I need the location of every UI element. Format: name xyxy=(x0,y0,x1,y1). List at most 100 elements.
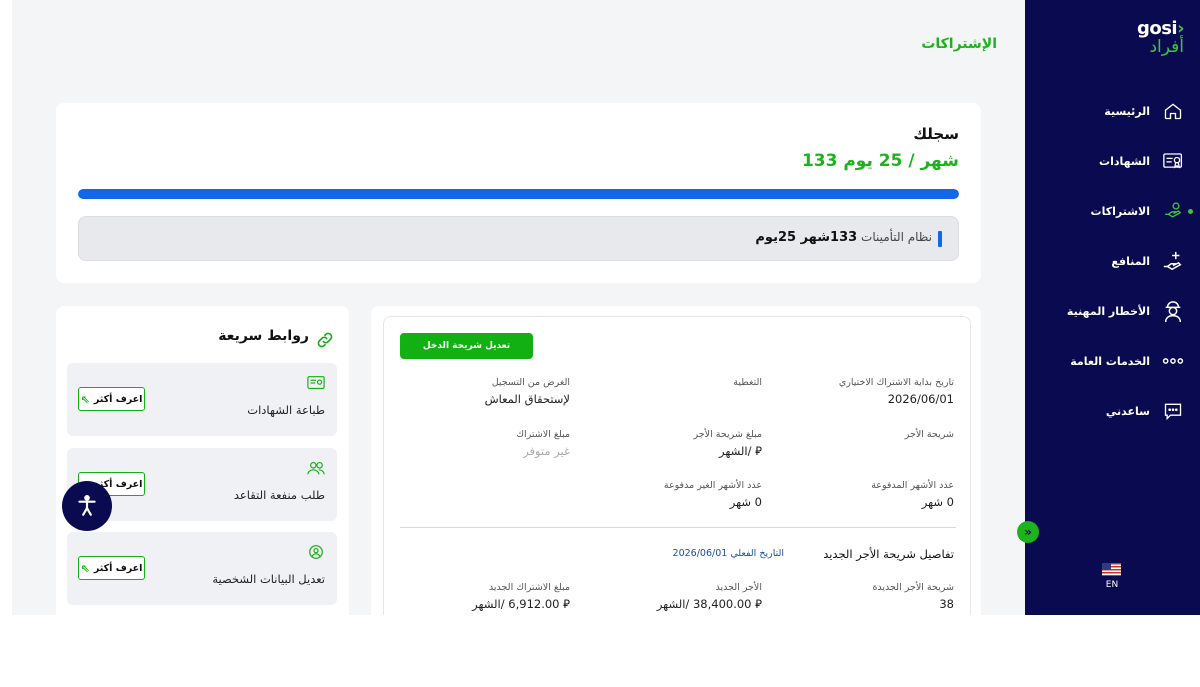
quick-link-edit-personal-data[interactable]: تعديل البيانات الشخصية ⇖ اعرف أكثر xyxy=(67,532,337,605)
sidebar-item-general-services[interactable]: الخدمات العامة xyxy=(1025,336,1200,386)
main-content: الإشتراكات سجلك 133 شهر / 25 يوم نظام ال… xyxy=(12,0,1025,615)
arrow-up-left-icon: ⇖ xyxy=(80,561,90,575)
quick-link-label: تعديل البيانات الشخصية xyxy=(212,572,325,586)
field-value: ⃁ 6,912.00 /الشهر xyxy=(390,597,570,612)
certificate-icon xyxy=(1162,150,1184,172)
sidebar-item-help[interactable]: ساعدني xyxy=(1025,386,1200,436)
sidebar-item-label: ساعدني xyxy=(1105,404,1150,418)
field-label: مبلغ الاشتراك xyxy=(516,429,570,440)
field-subscription-amount: مبلغ الاشتراك غير متوفر xyxy=(390,429,570,458)
riyal-icon: ⃁ xyxy=(751,444,762,458)
field-value: 38 xyxy=(939,597,954,611)
field-unpaid-months: عدد الأشهر الغير مدفوعة 0 شهر xyxy=(582,480,762,509)
field-label: مبلغ شريحة الأجر xyxy=(693,429,762,440)
learn-more-button[interactable]: ⇖اعرف أكثر xyxy=(78,387,145,411)
certificate-icon xyxy=(307,376,325,389)
field-new-wage-slab: شريحة الأجر الجديدة 38 xyxy=(774,582,954,611)
field-value: 2026/06/01 xyxy=(887,392,954,406)
benefits-icon xyxy=(1162,250,1184,272)
quick-links-title: روابط سريعة xyxy=(218,328,309,344)
record-label: سجلك xyxy=(913,125,959,143)
field-label: التغطية xyxy=(733,377,762,388)
sidebar-collapse-button[interactable]: » xyxy=(1017,521,1039,543)
field-label: الغرض من التسجيل xyxy=(491,377,570,388)
insurance-system-box: نظام التأمينات 133شهر 25يوم xyxy=(78,216,959,261)
chevron-right-icon: › xyxy=(1177,18,1184,39)
field-wage-slab: شريحة الأجر xyxy=(774,429,954,444)
field-new-subscription-amount: مبلغ الاشتراك الجديد ⃁ 6,912.00 /الشهر xyxy=(390,582,570,612)
learn-more-label: اعرف أكثر xyxy=(93,393,143,405)
home-icon xyxy=(1162,100,1184,122)
field-label: تاريخ بداية الاشتراك الاختياري xyxy=(838,377,954,388)
record-progress-fill xyxy=(78,189,959,199)
page-title: الإشتراكات xyxy=(921,36,997,52)
field-value-text: 6,912.00 /الشهر xyxy=(472,597,560,611)
field-start-date: تاريخ بداية الاشتراك الاختياري 2026/06/0… xyxy=(774,377,954,406)
us-flag-icon xyxy=(1102,563,1121,576)
user-circle-icon xyxy=(309,545,323,559)
subscription-details-card: تعديل شريحة الدخل تاريخ بداية الاشتراك ا… xyxy=(371,306,981,615)
field-label: الأجر الجديد xyxy=(715,582,762,593)
occupational-hazards-icon xyxy=(1162,300,1184,323)
field-value: ⃁ 38,400.00 /الشهر xyxy=(582,597,762,612)
quick-link-label: طلب منفعة التقاعد xyxy=(233,488,325,502)
field-label: شريحة الأجر xyxy=(904,429,954,440)
logo-subtitle: أفراد xyxy=(1149,37,1184,57)
subscriptions-icon xyxy=(1162,200,1184,222)
field-new-wage: الأجر الجديد ⃁ 38,400.00 /الشهر xyxy=(582,582,762,612)
learn-more-label: اعرف أكثر xyxy=(93,562,143,574)
section-divider xyxy=(400,527,956,528)
record-card: سجلك 133 شهر / 25 يوم نظام التأمينات 133… xyxy=(56,103,981,283)
sidebar: gosi› أفراد الرئيسية الشهادات الاشتراكات… xyxy=(1017,0,1200,615)
system-value: 133شهر 25يوم xyxy=(755,230,858,245)
sidebar-nav: الرئيسية الشهادات الاشتراكات المنافع الأ… xyxy=(1025,86,1200,436)
field-value: 0 شهر xyxy=(729,495,762,509)
sidebar-item-label: الشهادات xyxy=(1099,154,1150,168)
field-label: مبلغ الاشتراك الجديد xyxy=(488,582,570,593)
sidebar-item-certificates[interactable]: الشهادات xyxy=(1025,136,1200,186)
field-label: عدد الأشهر المدفوعة xyxy=(871,480,954,491)
accessibility-icon xyxy=(78,495,96,516)
field-value-text: /الشهر xyxy=(719,444,752,458)
active-indicator-dot xyxy=(1188,209,1193,214)
quick-links-card: روابط سريعة طباعة الشهادات ⇖ اعرف أكثر طل… xyxy=(56,306,349,615)
sidebar-item-home[interactable]: الرئيسية xyxy=(1025,86,1200,136)
effective-date: التاريخ الفعلي 2026/06/01 xyxy=(672,548,784,559)
help-chat-icon xyxy=(1162,400,1184,422)
arrow-up-left-icon: ⇖ xyxy=(80,392,90,406)
logo-text: gosi xyxy=(1136,18,1178,39)
system-accent-bar xyxy=(938,231,942,247)
sidebar-item-subscriptions[interactable]: الاشتراكات xyxy=(1025,186,1200,236)
field-value: لإستحقاق المعاش xyxy=(484,392,570,406)
details-panel: تعديل شريحة الدخل تاريخ بداية الاشتراك ا… xyxy=(383,316,971,615)
record-value: 133 شهر / 25 يوم xyxy=(801,151,959,171)
users-icon xyxy=(307,462,325,475)
sidebar-item-label: الاشتراكات xyxy=(1090,204,1150,218)
record-progress-bar xyxy=(78,189,959,199)
field-value-text: 38,400.00 /الشهر xyxy=(656,597,752,611)
link-icon xyxy=(317,332,333,348)
sidebar-item-label: الخدمات العامة xyxy=(1070,354,1150,368)
sidebar-item-occupational-hazards[interactable]: الأخطار المهنية xyxy=(1025,286,1200,336)
gosi-logo[interactable]: gosi› أفراد xyxy=(1136,18,1185,57)
more-dots-icon xyxy=(1162,350,1184,372)
field-value: غير متوفر xyxy=(523,444,570,458)
double-chevron-right-icon: » xyxy=(1024,525,1032,539)
quick-link-print-certificates[interactable]: طباعة الشهادات ⇖ اعرف أكثر xyxy=(67,363,337,436)
field-label: عدد الأشهر الغير مدفوعة xyxy=(663,480,762,491)
app-root: الإشتراكات سجلك 133 شهر / 25 يوم نظام ال… xyxy=(0,0,1200,615)
field-value: 0 شهر xyxy=(921,495,954,509)
field-registration-purpose: الغرض من التسجيل لإستحقاق المعاش xyxy=(390,377,570,406)
edit-income-slab-button[interactable]: تعديل شريحة الدخل xyxy=(400,333,533,359)
field-paid-months: عدد الأشهر المدفوعة 0 شهر xyxy=(774,480,954,509)
language-switcher[interactable]: EN xyxy=(1102,563,1122,590)
field-coverage: التغطية xyxy=(582,377,762,392)
riyal-icon: ⃁ xyxy=(751,597,762,611)
learn-more-button[interactable]: ⇖اعرف أكثر xyxy=(78,556,145,580)
sidebar-item-label: الأخطار المهنية xyxy=(1066,304,1150,318)
field-value: ⃁ /الشهر xyxy=(582,444,762,459)
accessibility-button[interactable] xyxy=(62,481,112,531)
riyal-icon: ⃁ xyxy=(559,597,570,611)
sidebar-item-benefits[interactable]: المنافع xyxy=(1025,236,1200,286)
field-label: شريحة الأجر الجديدة xyxy=(872,582,954,593)
